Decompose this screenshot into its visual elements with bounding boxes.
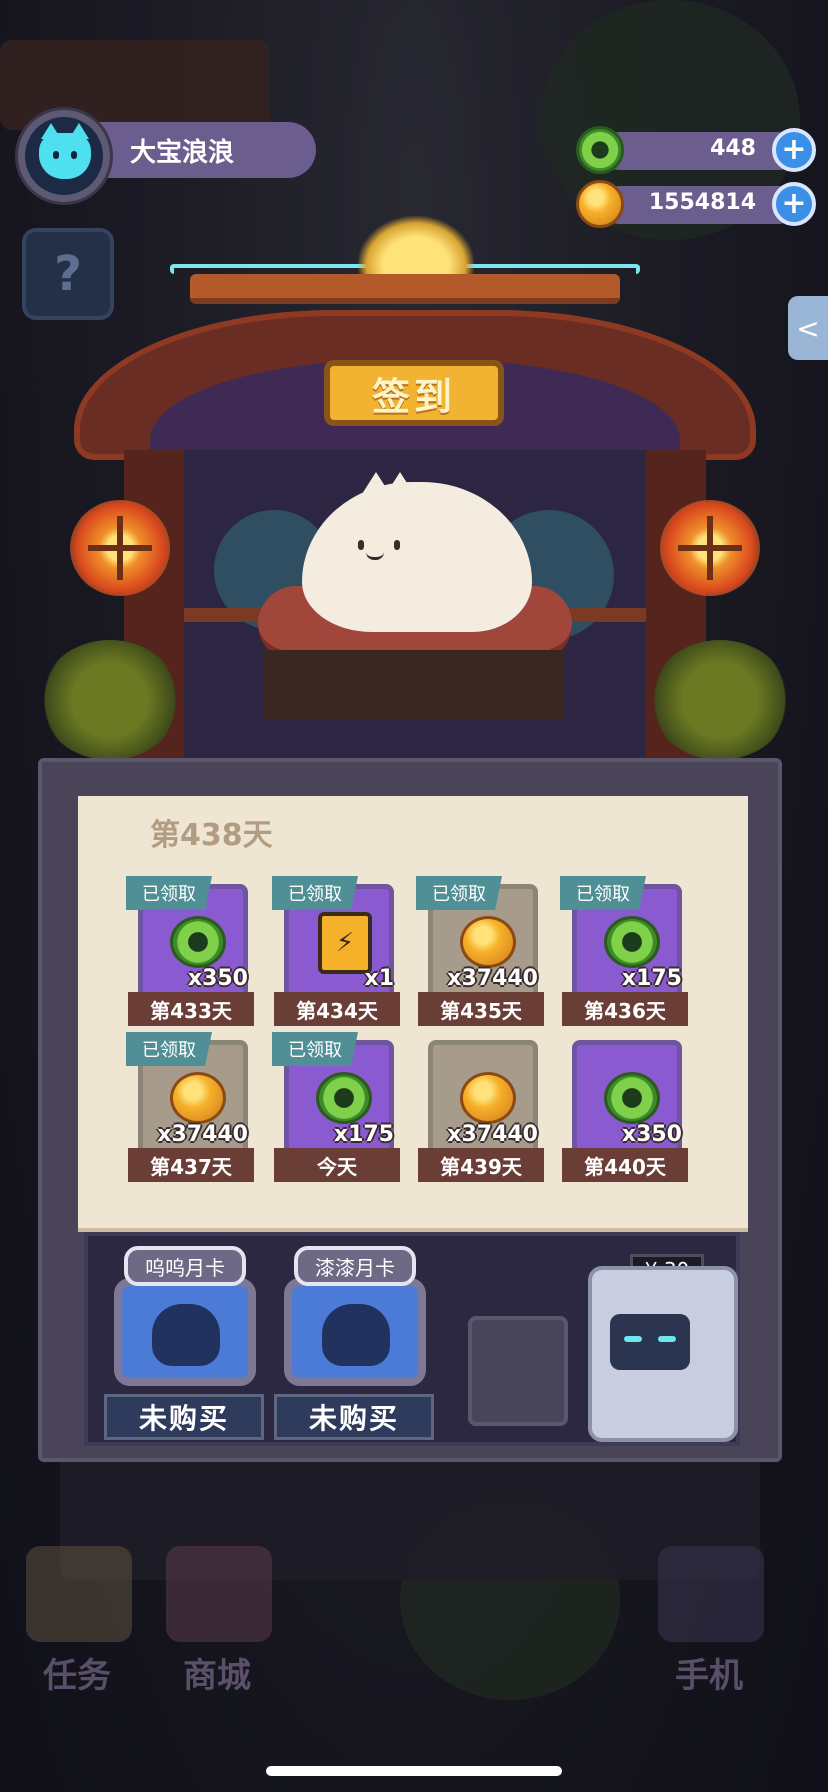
monthly-card-buy-button[interactable]: 未购买 xyxy=(104,1394,264,1440)
flower-bush xyxy=(40,640,180,760)
gold-coin-icon xyxy=(460,916,516,968)
checkin-sign: 签到 xyxy=(324,360,504,426)
share-tab-button[interactable]: < xyxy=(788,296,828,360)
monthly-card-name: 漆漆月卡 xyxy=(294,1246,416,1286)
share-icon: < xyxy=(796,311,820,345)
reward-quantity: x1 xyxy=(364,966,395,991)
gold-coin-icon xyxy=(170,1072,226,1124)
reward-day-label: 第440天 xyxy=(562,1148,688,1182)
reward-day-label: 第436天 xyxy=(562,992,688,1026)
lantern-icon xyxy=(660,500,760,596)
home-indicator[interactable] xyxy=(266,1766,562,1776)
claimed-badge: 已领取 xyxy=(416,876,502,910)
reward-card[interactable]: x37440 第439天 xyxy=(418,1032,544,1182)
checkin-paper: 第438天 x350 第433天 已领取 ⚡ x1 第434天 已领取 x37440 第435天… xyxy=(78,796,748,1228)
cat-mouth xyxy=(366,552,384,560)
reward-day-label: 第439天 xyxy=(418,1148,544,1182)
claimed-badge: 已领取 xyxy=(272,1032,358,1066)
jade-coin-icon xyxy=(170,916,226,968)
reward-card[interactable]: x350 第433天 已领取 xyxy=(126,876,254,1026)
currency-pill xyxy=(600,132,798,170)
reward-quantity: x37440 xyxy=(447,1122,538,1147)
reward-quantity: x350 xyxy=(621,1122,682,1147)
player-profile[interactable]: 大宝浪浪 xyxy=(18,110,316,202)
avatar[interactable] xyxy=(18,110,110,202)
cat-ear xyxy=(386,472,414,494)
claimed-badge: 已领取 xyxy=(126,1032,212,1066)
flower-bush xyxy=(650,640,790,760)
reward-quantity: x175 xyxy=(621,966,682,991)
vending-robot[interactable] xyxy=(588,1266,738,1442)
nav-label: 手机 xyxy=(675,1656,743,1696)
jade-coin-icon xyxy=(604,916,660,968)
shop-icon xyxy=(166,1546,272,1642)
robot-face xyxy=(610,1314,690,1370)
monthly-card-buy-button[interactable]: 未购买 xyxy=(274,1394,434,1440)
bottom-nav: 任务 商城 手机 xyxy=(0,1540,828,1740)
reward-day-label: 今天 xyxy=(274,1148,400,1182)
jade-coin-amount: 448 xyxy=(710,136,756,161)
monthly-card-name: 呜呜月卡 xyxy=(124,1246,246,1286)
monthly-card-area: 呜呜月卡 未购买 漆漆月卡 未购买 ¥ 30 xyxy=(84,1232,740,1446)
nav-label: 任务 xyxy=(43,1656,111,1696)
jade-coin-counter: 448 + xyxy=(576,126,816,174)
gold-coin-icon xyxy=(460,1072,516,1124)
monthly-card-qiqi[interactable]: 漆漆月卡 未购买 xyxy=(274,1246,434,1440)
reward-card[interactable]: x350 第440天 xyxy=(562,1032,688,1182)
player-name: 大宝浪浪 xyxy=(130,138,235,168)
battery-icon: ⚡ xyxy=(318,912,372,974)
cat-face-icon xyxy=(39,123,91,179)
reward-day-label: 第437天 xyxy=(128,1148,254,1182)
nav-label: 商城 xyxy=(183,1656,251,1696)
nav-phone[interactable]: 手机 xyxy=(644,1540,774,1696)
lantern-icon xyxy=(70,500,170,596)
monthly-card-image xyxy=(284,1278,426,1386)
reward-card[interactable]: x175 第436天 已领取 xyxy=(560,876,688,1026)
reward-quantity: x350 xyxy=(187,966,248,991)
cat-eye xyxy=(394,540,400,550)
roof-beam xyxy=(190,274,620,304)
claimed-badge: 已领取 xyxy=(272,876,358,910)
cushion-stand xyxy=(264,650,564,720)
current-day-title: 第438天 xyxy=(150,818,273,853)
task-book-icon xyxy=(26,1546,132,1642)
reward-day-label: 第435天 xyxy=(418,992,544,1026)
reward-quantity: x37440 xyxy=(157,1122,248,1147)
reward-card[interactable]: x37440 第435天 已领取 xyxy=(416,876,544,1026)
claimed-badge: 已领取 xyxy=(560,876,646,910)
monthly-card-image xyxy=(114,1278,256,1386)
monthly-card-wuwu[interactable]: 呜呜月卡 未购买 xyxy=(104,1246,264,1440)
reward-day-label: 第433天 xyxy=(128,992,254,1026)
nav-task[interactable]: 任务 xyxy=(12,1540,142,1696)
reward-day-label: 第434天 xyxy=(274,992,400,1026)
jade-coin-icon xyxy=(576,126,624,174)
checkin-shrine: 签到 xyxy=(40,210,790,810)
avatar-eye xyxy=(53,151,59,159)
reward-quantity: x37440 xyxy=(447,966,538,991)
jade-coin-icon xyxy=(604,1072,660,1124)
add-jade-coin-button[interactable]: + xyxy=(772,128,816,172)
card-tray xyxy=(468,1316,568,1426)
reward-quantity: x175 xyxy=(333,1122,394,1147)
jade-coin-icon xyxy=(316,1072,372,1124)
avatar-eye xyxy=(71,151,77,159)
reward-card[interactable]: ⚡ x1 第434天 已领取 xyxy=(272,876,400,1026)
phone-icon xyxy=(658,1546,764,1642)
nav-shop[interactable]: 商城 xyxy=(152,1540,282,1696)
claimed-badge: 已领取 xyxy=(126,876,212,910)
cat-eye xyxy=(358,540,364,550)
reward-card[interactable]: x175 今天 已领取 xyxy=(272,1032,400,1182)
reward-card[interactable]: x37440 第437天 已领取 xyxy=(126,1032,254,1182)
